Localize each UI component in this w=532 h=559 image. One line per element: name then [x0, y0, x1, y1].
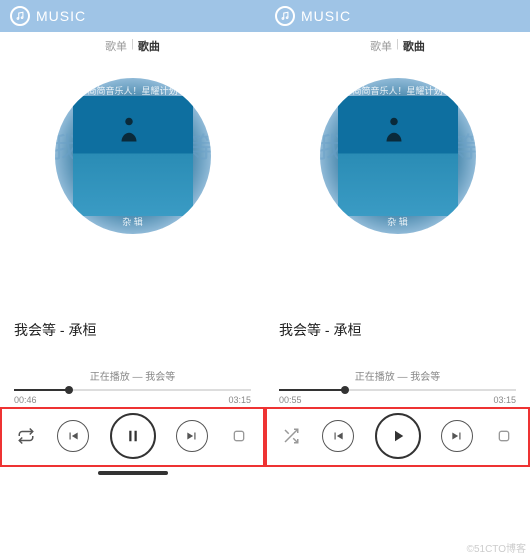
- playlist-button[interactable]: [494, 426, 514, 446]
- watermark: ©51CTO博客: [467, 540, 526, 555]
- time-row: 00:46 03:15: [0, 391, 265, 407]
- track-title: 我会等 - 承桓: [0, 320, 265, 340]
- controls-bar: [0, 407, 265, 467]
- progress-fill: [279, 389, 345, 391]
- progress-knob[interactable]: [65, 386, 73, 394]
- tab-song[interactable]: 歌曲: [134, 38, 164, 54]
- album-art[interactable]: 我 等 简简音乐人！星耀计划 杂 辑: [320, 78, 476, 234]
- progress-knob[interactable]: [341, 386, 349, 394]
- pause-button[interactable]: [110, 413, 156, 459]
- album-art-container: 我 等 简简音乐人！星耀计划 杂 辑: [265, 60, 530, 248]
- prev-button[interactable]: [322, 420, 354, 452]
- album-art[interactable]: 我 等 简简音乐人！星耀计划 杂 辑: [55, 78, 211, 234]
- tab-bar: 歌单 | 歌曲: [0, 32, 265, 60]
- play-button[interactable]: [375, 413, 421, 459]
- controls-bar: [265, 407, 530, 467]
- time-duration: 03:15: [228, 395, 251, 405]
- now-playing-text: 正在播放 — 我会等: [265, 340, 530, 389]
- tab-playlist[interactable]: 歌单: [101, 38, 131, 54]
- track-title: 我会等 - 承桓: [265, 320, 530, 340]
- progress-bar[interactable]: [265, 389, 530, 391]
- playlist-button[interactable]: [229, 426, 249, 446]
- next-button[interactable]: [441, 420, 473, 452]
- player-pane-left: MUSIC 歌单 | 歌曲 我 等 简简音乐人！星耀计划 杂 辑 我会等 - 承…: [0, 0, 265, 475]
- music-logo-icon: [275, 6, 295, 26]
- progress-bar[interactable]: [0, 389, 265, 391]
- brand-title: MUSIC: [301, 8, 351, 24]
- loop-button[interactable]: [16, 426, 36, 446]
- app-header: MUSIC: [0, 0, 265, 32]
- tab-song[interactable]: 歌曲: [399, 38, 429, 54]
- next-button[interactable]: [176, 420, 208, 452]
- now-playing-text: 正在播放 — 我会等: [0, 340, 265, 389]
- shuffle-button[interactable]: [281, 426, 301, 446]
- brand-title: MUSIC: [36, 8, 86, 24]
- music-logo-icon: [10, 6, 30, 26]
- prev-button[interactable]: [57, 420, 89, 452]
- time-duration: 03:15: [493, 395, 516, 405]
- tab-bar: 歌单 | 歌曲: [265, 32, 530, 60]
- silhouette-icon: [379, 112, 409, 146]
- home-indicator[interactable]: [98, 471, 168, 475]
- time-current: 00:46: [14, 395, 37, 405]
- art-label: 杂 辑: [320, 215, 476, 228]
- time-row: 00:55 03:15: [265, 391, 530, 407]
- app-header: MUSIC: [265, 0, 530, 32]
- progress-fill: [14, 389, 69, 391]
- art-label: 杂 辑: [55, 215, 211, 228]
- tab-playlist[interactable]: 歌单: [366, 38, 396, 54]
- silhouette-icon: [114, 112, 144, 146]
- player-pane-right: MUSIC 歌单 | 歌曲 我 等 简简音乐人！星耀计划 杂 辑 我会等 - 承…: [265, 0, 530, 475]
- album-art-container: 我 等 简简音乐人！星耀计划 杂 辑: [0, 60, 265, 248]
- time-current: 00:55: [279, 395, 302, 405]
